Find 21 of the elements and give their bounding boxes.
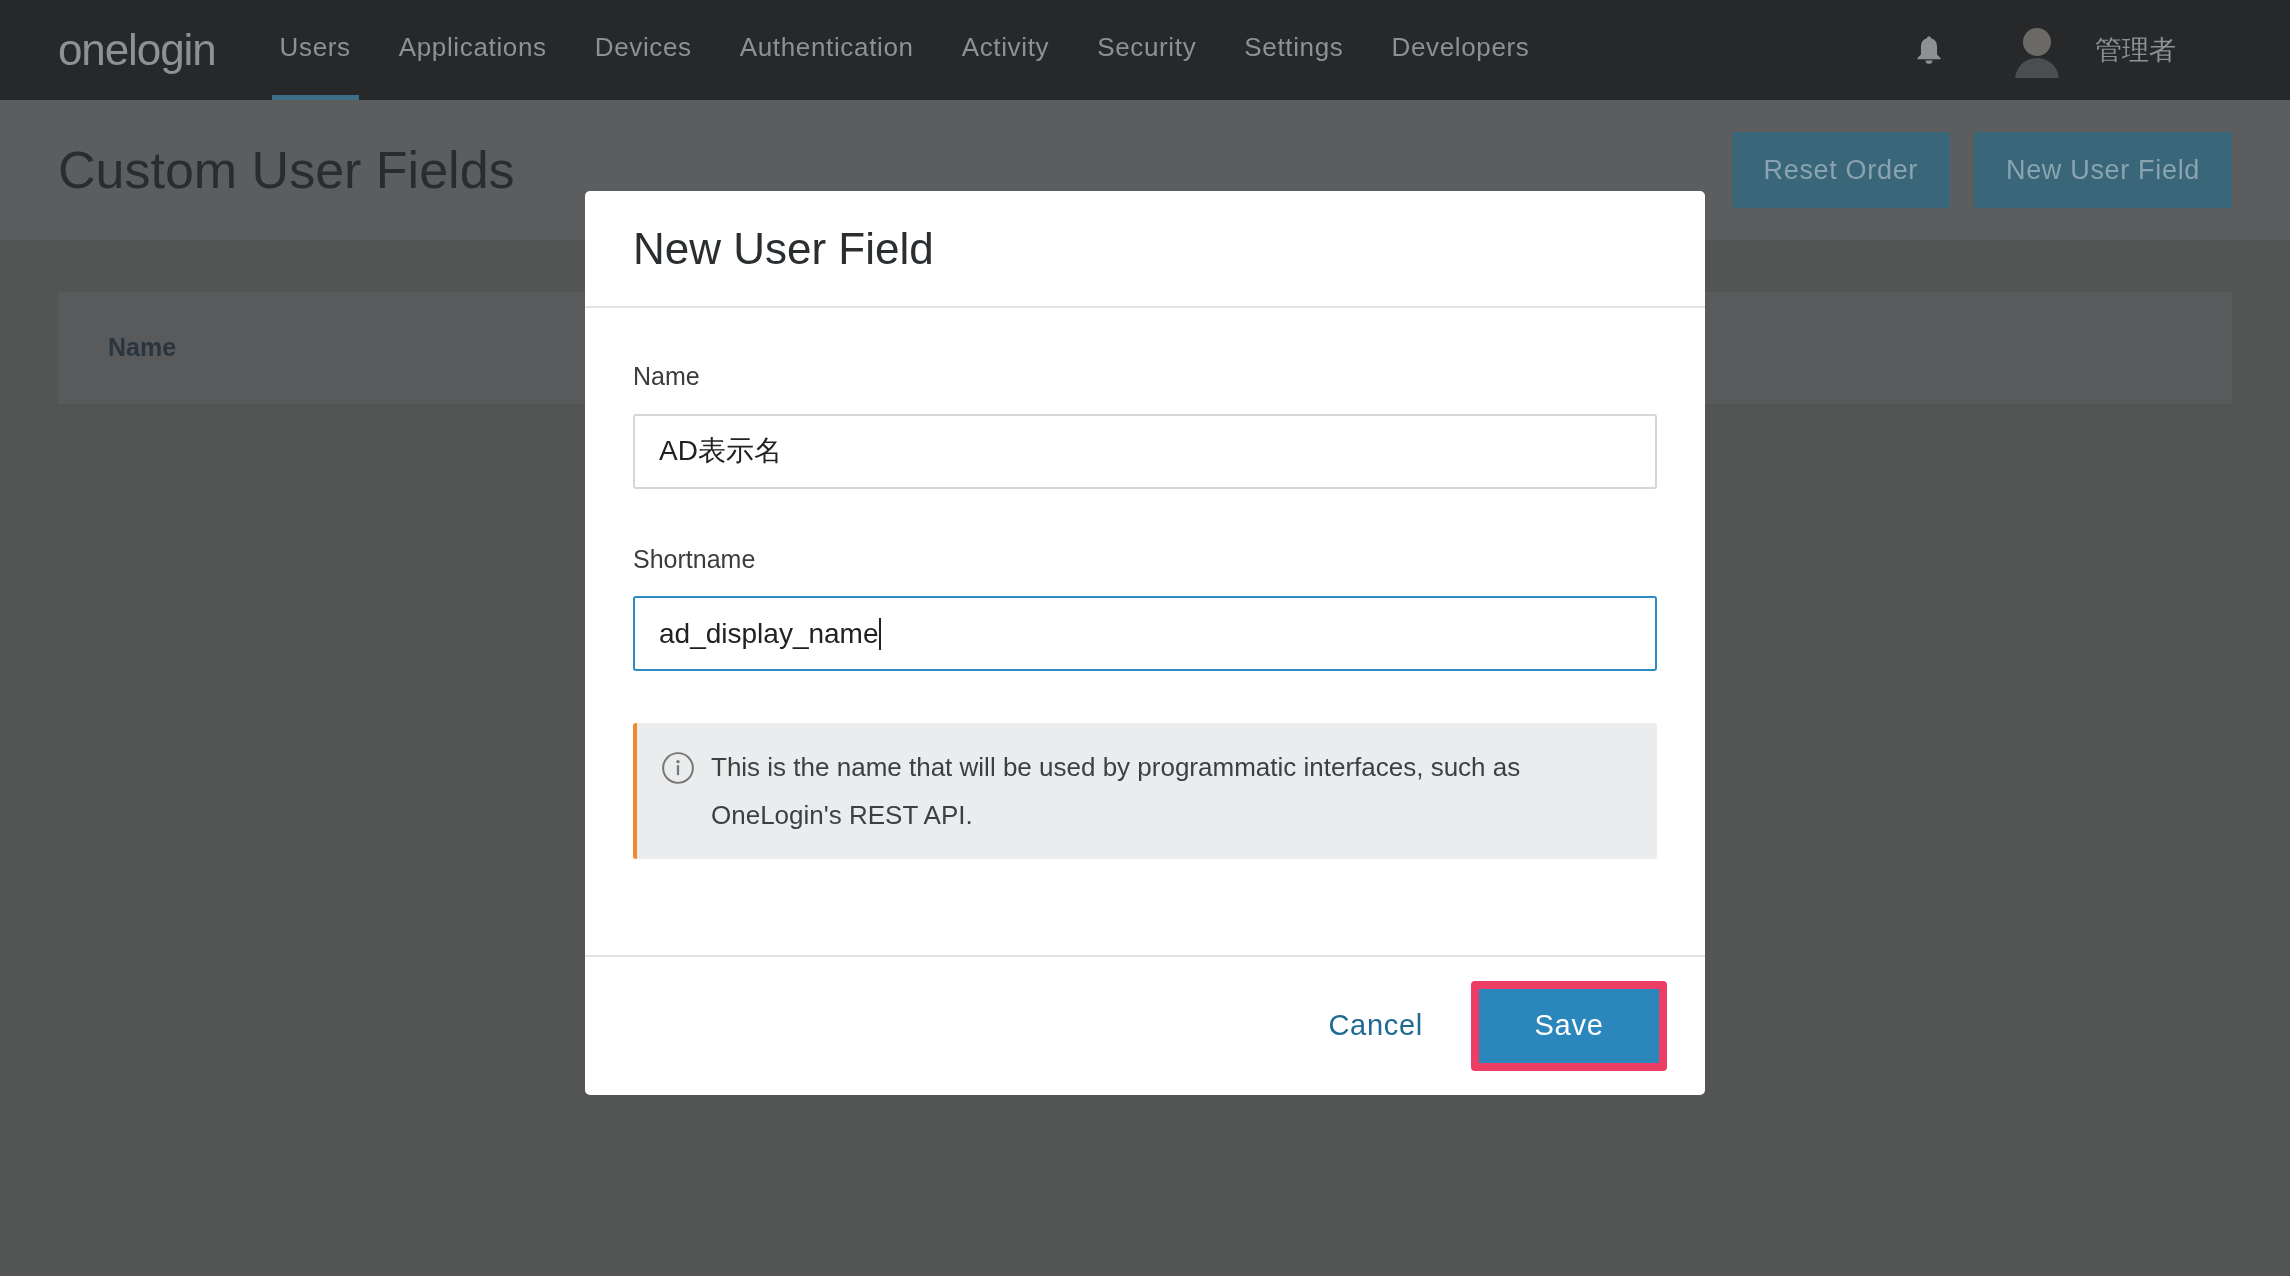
info-text: This is the name that will be used by programmatic interfaces, such as OneLogin's REST API. (711, 751, 1522, 832)
text-field[interactable]: ad_display_name (633, 596, 1657, 671)
nav-tab[interactable]: Authentication (731, 0, 922, 100)
nav-tab[interactable]: Security (1089, 0, 1205, 100)
nav-tab[interactable]: Applications (390, 0, 555, 100)
header-button[interactable]: New User Field (1974, 132, 2232, 208)
nav-tab[interactable]: Settings (1236, 0, 1352, 100)
logo[interactable]: onelogin (58, 17, 216, 83)
info-icon (661, 751, 695, 785)
header-button[interactable]: Reset Order (1731, 132, 1950, 208)
field-label: Name (633, 361, 701, 392)
bell-icon[interactable] (1915, 35, 1943, 65)
field-label: Shortname (633, 543, 757, 575)
nav-tab[interactable]: Activity (953, 0, 1058, 100)
nav-tab[interactable]: Devices (586, 0, 700, 100)
dialog-title: New User Field (633, 222, 934, 275)
cancel-button[interactable]: Cancel (1328, 1004, 1423, 1048)
nav-tab[interactable]: Developers (1383, 0, 1538, 100)
user-name[interactable]: 管理者 (2095, 29, 2176, 71)
text-field[interactable]: AD表示名 (633, 413, 1657, 489)
save-button[interactable]: Save (1471, 981, 1667, 1071)
